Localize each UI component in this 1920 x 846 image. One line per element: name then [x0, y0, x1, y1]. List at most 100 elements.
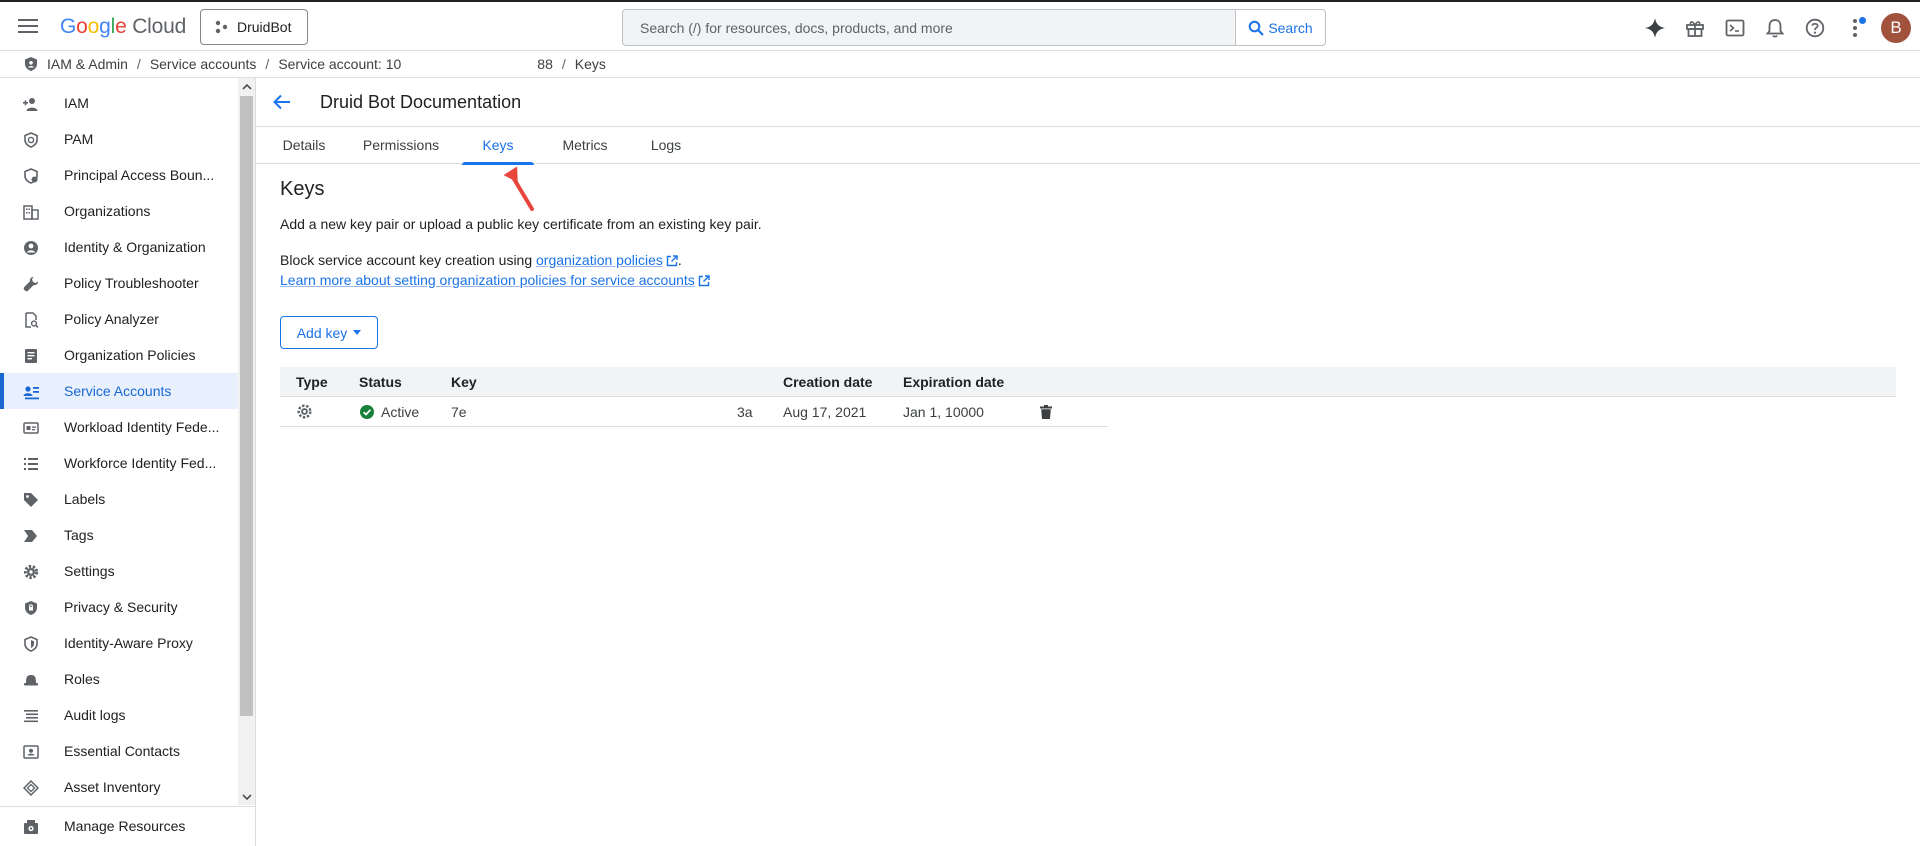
breadcrumb-service-account[interactable]: Service account: 10	[278, 56, 401, 72]
sidebar-item-roles[interactable]: Roles	[0, 661, 238, 697]
terminal-icon	[1725, 19, 1745, 36]
sidebar-item-policy-troubleshooter[interactable]: Policy Troubleshooter	[0, 265, 238, 301]
lines-icon	[24, 710, 38, 723]
sparkle-icon	[1645, 17, 1665, 38]
project-picker-button[interactable]: DruidBot	[200, 9, 309, 45]
breadcrumb-separator: /	[561, 56, 566, 72]
gift-button[interactable]	[1675, 8, 1715, 48]
id-card-icon	[23, 422, 39, 434]
sidebar-item-label: Essential Contacts	[64, 743, 180, 759]
tab-bar: Details Permissions Keys Metrics Logs	[256, 128, 1920, 165]
search-button[interactable]: Search	[1236, 9, 1326, 46]
sidebar-item-labels[interactable]: Labels	[0, 481, 238, 517]
building-icon	[23, 205, 39, 220]
breadcrumb-separator: /	[265, 56, 270, 72]
sidebar-item-essential-contacts[interactable]: Essential Contacts	[0, 733, 238, 769]
tab-permissions[interactable]: Permissions	[353, 128, 449, 164]
scroll-up-button[interactable]	[238, 78, 255, 95]
google-cloud-logo[interactable]: Google Cloud	[60, 15, 186, 39]
sidebar-item-tags[interactable]: Tags	[0, 517, 238, 553]
search-bar[interactable]	[622, 9, 1236, 46]
sidebar-item-label: Privacy & Security	[64, 599, 178, 615]
sidebar-item-identity-organization[interactable]: Identity & Organization	[0, 229, 238, 265]
sidebar-item-organization-policies[interactable]: Organization Policies	[0, 337, 238, 373]
top-bar: Google Cloud DruidBot Search B	[0, 0, 1920, 51]
help-icon	[1805, 18, 1825, 37]
sidebar-item-manage-resources[interactable]: Manage Resources	[0, 806, 256, 846]
tab-metrics[interactable]: Metrics	[551, 128, 619, 164]
back-button[interactable]	[270, 90, 294, 114]
sidebar-item-label: Tags	[64, 527, 94, 543]
list-icon	[24, 458, 38, 470]
service-account-icon	[23, 386, 39, 400]
manage-resources-icon	[24, 820, 38, 834]
help-button[interactable]	[1795, 8, 1835, 48]
gemini-button[interactable]	[1635, 8, 1675, 48]
delete-key-button[interactable]	[1037, 403, 1055, 421]
sidebar-item-policy-analyzer[interactable]: Policy Analyzer	[0, 301, 238, 337]
search-input[interactable]	[640, 19, 1235, 36]
sidebar-item-iam[interactable]: IAM	[0, 85, 238, 121]
sidebar-item-organizations[interactable]: Organizations	[0, 193, 238, 229]
wrench-icon	[23, 277, 38, 292]
breadcrumb-separator: /	[136, 56, 141, 72]
tab-keys[interactable]: Keys	[462, 128, 534, 165]
tab-details[interactable]: Details	[276, 128, 332, 164]
add-key-button[interactable]: Add key	[280, 316, 378, 349]
external-link-icon	[666, 255, 678, 267]
breadcrumb-service-account-suffix[interactable]: 88	[537, 56, 553, 72]
hamburger-menu-icon	[18, 19, 38, 33]
learn-more-link[interactable]: Learn more about setting organization po…	[280, 272, 695, 288]
proxy-shield-icon	[24, 636, 38, 652]
project-icon	[215, 20, 228, 34]
chevron-tag-icon	[24, 530, 37, 542]
diamond-icon	[23, 780, 39, 796]
scrollbar-thumb[interactable]	[240, 96, 253, 716]
logo-cloud-text: Cloud	[132, 15, 187, 38]
sidebar-item-principal-access-boun[interactable]: Principal Access Boun...	[0, 157, 238, 193]
annotation-arrow-icon	[504, 166, 534, 211]
contact-card-icon	[23, 745, 39, 759]
tab-logs[interactable]: Logs	[638, 128, 694, 164]
sidebar-item-label: Policy Analyzer	[64, 311, 159, 327]
more-options-button[interactable]	[1835, 8, 1875, 48]
main-content: Druid Bot Documentation Details Permissi…	[256, 78, 1920, 846]
sidebar-item-label: Labels	[64, 491, 106, 507]
cloud-shell-button[interactable]	[1715, 8, 1755, 48]
sidebar-item-workforce-identity-fed[interactable]: Workforce Identity Fed...	[0, 445, 238, 481]
sidebar-item-pam[interactable]: PAM	[0, 121, 238, 157]
notification-dot	[1859, 16, 1866, 24]
breadcrumb-iam-admin[interactable]: IAM & Admin	[47, 56, 128, 72]
column-header-key: Key	[451, 374, 477, 390]
sidebar-item-identity-aware-proxy[interactable]: Identity-Aware Proxy	[0, 625, 238, 661]
sidebar-item-workload-identity-fede[interactable]: Workload Identity Fede...	[0, 409, 238, 445]
sidebar-item-label: Roles	[64, 671, 100, 687]
breadcrumb-service-accounts[interactable]: Service accounts	[150, 56, 257, 72]
sidebar-item-label: Identity & Organization	[64, 239, 206, 255]
sidebar-item-service-accounts[interactable]: Service Accounts	[0, 373, 238, 409]
sidebar-item-asset-inventory[interactable]: Asset Inventory	[0, 769, 238, 805]
organization-policies-link[interactable]: organization policies	[536, 252, 663, 268]
learn-more-line: Learn more about setting organization po…	[280, 272, 710, 288]
breadcrumb-keys: Keys	[574, 56, 606, 72]
check-circle-icon	[360, 405, 374, 419]
sidebar-item-label: Organization Policies	[64, 347, 196, 363]
sidebar-item-label: Identity-Aware Proxy	[64, 635, 193, 651]
notifications-button[interactable]	[1755, 8, 1795, 48]
sidebar-item-label: IAM	[64, 95, 89, 111]
chevron-down-icon	[241, 793, 252, 800]
sidebar-scrollbar[interactable]	[238, 78, 255, 805]
sidebar-item-label: Policy Troubleshooter	[64, 275, 199, 291]
sidebar-item-privacy-security[interactable]: Privacy & Security	[0, 589, 238, 625]
column-header-type: Type	[296, 374, 328, 390]
breadcrumb: IAM & Admin / Service accounts / Service…	[0, 51, 1920, 78]
avatar[interactable]: B	[1881, 12, 1911, 43]
table-header: Type Status Key Creation date Expiration…	[280, 367, 1896, 397]
sidebar-item-audit-logs[interactable]: Audit logs	[0, 697, 238, 733]
shield-clock-icon	[24, 132, 38, 148]
scroll-down-button[interactable]	[238, 788, 255, 805]
sidebar-item-settings[interactable]: Settings	[0, 553, 238, 589]
policy-prefix-text: Block service account key creation using	[280, 252, 537, 268]
main-menu-button[interactable]	[17, 15, 39, 37]
page-header: Druid Bot Documentation	[256, 78, 1920, 127]
